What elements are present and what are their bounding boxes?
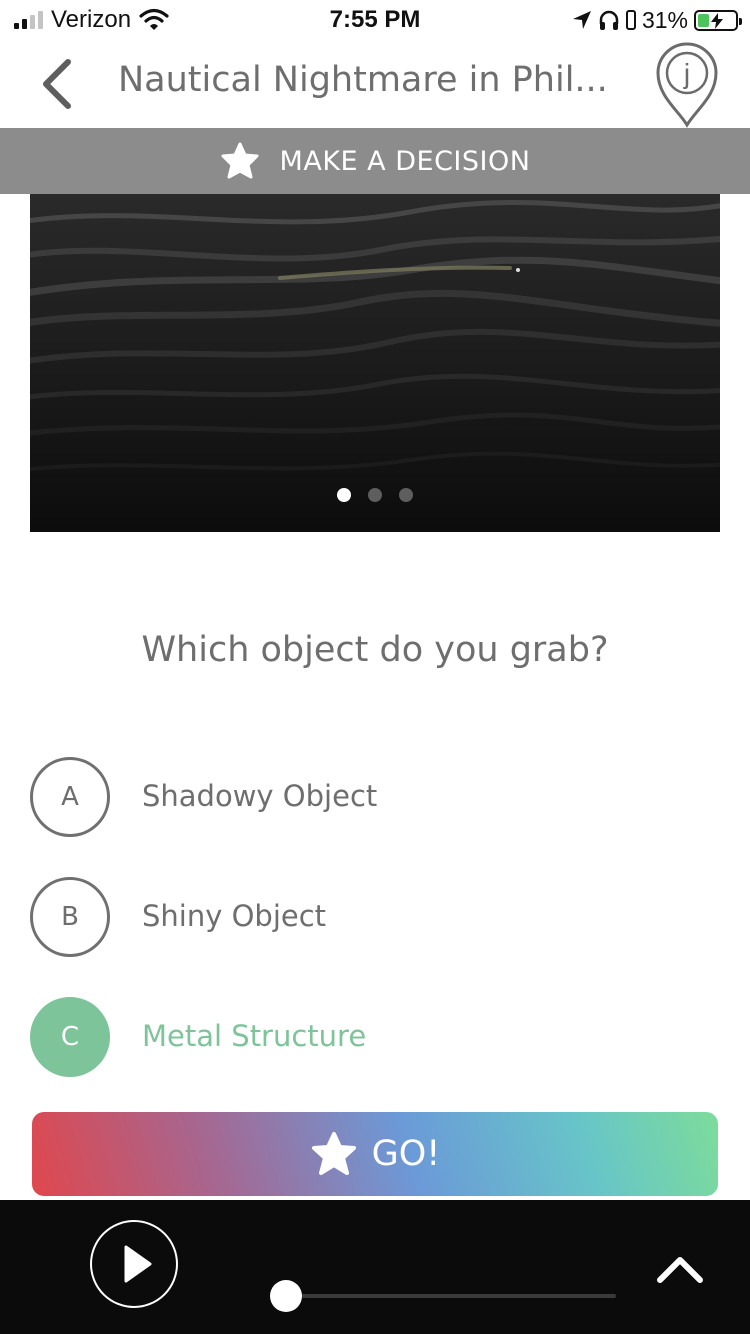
option-c[interactable]: C Metal Structure	[30, 997, 720, 1077]
go-button[interactable]: GO!	[32, 1112, 718, 1196]
expand-button[interactable]	[654, 1248, 706, 1288]
question-text: Which object do you grab?	[141, 630, 609, 670]
carousel-dot[interactable]	[399, 488, 413, 502]
page-title: Nautical Nightmare in Phil...	[118, 60, 608, 100]
battery-percent: 31%	[641, 6, 688, 33]
chevron-left-icon	[43, 59, 71, 109]
location-arrow-icon	[572, 10, 592, 30]
lock-rotation-icon	[625, 9, 636, 31]
option-letter-badge: A	[30, 757, 110, 837]
option-label: Metal Structure	[142, 1019, 367, 1053]
water-image	[30, 194, 720, 532]
logo-letter: j	[683, 58, 690, 89]
chevron-up-icon	[657, 1257, 703, 1283]
audio-player	[0, 1200, 750, 1334]
map-pin-logo-button[interactable]: j	[654, 40, 720, 128]
carousel-dot[interactable]	[337, 488, 351, 502]
battery-level	[698, 13, 710, 27]
carousel-dots	[30, 488, 720, 502]
option-b[interactable]: B Shiny Object	[30, 877, 720, 957]
status-bar: Verizon 7:55 PM 31%	[0, 0, 750, 40]
star-icon	[311, 1132, 356, 1175]
back-button[interactable]	[30, 54, 86, 114]
play-icon	[124, 1245, 152, 1283]
headphones-icon	[598, 9, 620, 31]
option-letter-badge: B	[30, 877, 110, 957]
map-pin-icon: j	[656, 42, 718, 128]
media-carousel[interactable]	[30, 194, 720, 532]
decision-banner: MAKE A DECISION	[0, 128, 750, 194]
progress-knob[interactable]	[270, 1280, 302, 1312]
progress-track[interactable]	[270, 1280, 616, 1312]
option-label: Shadowy Object	[142, 779, 378, 813]
play-button[interactable]	[90, 1220, 178, 1308]
nav-bar: Nautical Nightmare in Phil... j	[0, 40, 750, 128]
go-label: GO!	[371, 1134, 441, 1174]
status-right: 31%	[572, 6, 742, 34]
option-letter-badge: C	[30, 997, 110, 1077]
banner-label: MAKE A DECISION	[279, 145, 531, 177]
star-icon	[221, 142, 259, 179]
carousel-dot[interactable]	[368, 488, 382, 502]
option-label: Shiny Object	[142, 899, 327, 933]
option-a[interactable]: A Shadowy Object	[30, 757, 720, 837]
battery-charging-icon	[694, 9, 742, 31]
